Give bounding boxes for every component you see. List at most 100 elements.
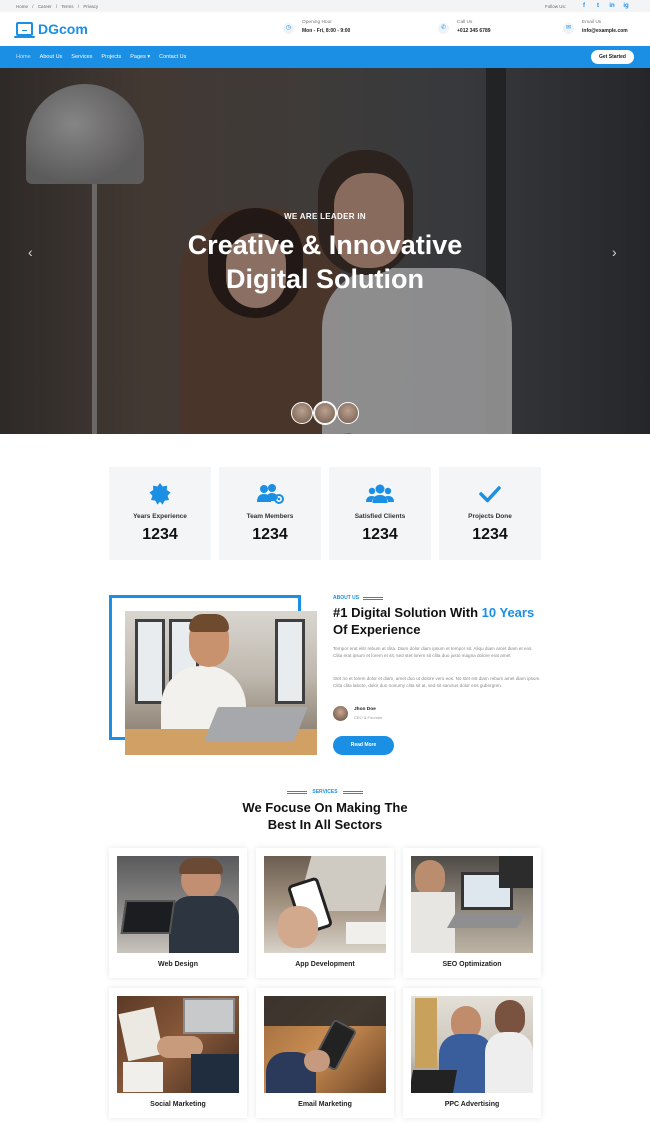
top-links: Home / Career / Terms / Privacy (16, 4, 101, 9)
hero-title-line1: Creative & Innovative (187, 230, 463, 260)
avatar (333, 706, 348, 721)
author-name: Jhon Doe (354, 707, 376, 712)
stat-label: Years Experience (133, 513, 187, 520)
carousel-thumbnails (291, 402, 359, 424)
about-paragraph-2: Stet no et lorem dolor et diam, amet duo… (333, 676, 541, 688)
about-laptop (204, 707, 308, 741)
hero-title: Creative & Innovative Digital Solution (0, 228, 650, 296)
carousel-thumb-2[interactable] (314, 402, 336, 424)
service-title: Web Design (158, 961, 198, 968)
top-link-career[interactable]: Career (38, 4, 52, 9)
service-card-web-design[interactable]: Web Design (109, 848, 247, 978)
service-card-seo-optimization[interactable]: SEO Optimization (403, 848, 541, 978)
opening-label: Opening Hour (302, 20, 332, 25)
header: DGcom ◷ Opening Hour Mon - Fri, 8:00 - 9… (0, 12, 650, 46)
follow-label: Follow Us: (544, 3, 566, 9)
about-section-label: ABOUT US (333, 595, 384, 601)
author: Jhon Doe CEO & Founder (333, 706, 382, 721)
service-card-ppc-advertising[interactable]: PPC Advertising (403, 988, 541, 1118)
stat-label: Satisfied Clients (354, 513, 406, 520)
call-value[interactable]: +012 345 6789 (457, 28, 491, 34)
services-section-label: SERVICES (0, 789, 650, 795)
mail-icon: ✉ (563, 23, 574, 34)
phone-icon: ✆ (438, 23, 449, 34)
nav-links: Home About Us Services Projects Pages ▾ … (16, 54, 186, 60)
laptop-icon (14, 22, 35, 38)
service-image (411, 856, 533, 953)
read-more-button[interactable]: Read More (333, 736, 394, 755)
about-window (275, 619, 305, 704)
top-link-home[interactable]: Home (16, 4, 28, 9)
logo[interactable]: DGcom (14, 21, 88, 38)
top-bar: Home / Career / Terms / Privacy Follow U… (0, 0, 650, 12)
about-title-pre: #1 Digital Solution With (333, 605, 482, 620)
nav-about[interactable]: About Us (40, 54, 63, 60)
stat-label: Projects Done (468, 513, 512, 520)
carousel-thumb-1[interactable] (291, 402, 313, 424)
services-title-line2: Best In All Sectors (267, 817, 383, 832)
users-icon (329, 482, 431, 506)
services-title: We Focuse On Making The Best In All Sect… (0, 799, 650, 833)
get-started-button[interactable]: Get Started (591, 50, 634, 64)
facebook-icon[interactable]: f (580, 2, 588, 10)
about-person-hair (189, 614, 229, 632)
top-link-privacy[interactable]: Privacy (83, 4, 98, 9)
service-card-email-marketing[interactable]: Email Marketing (256, 988, 394, 1118)
award-icon (109, 482, 211, 506)
call-label: Call Us (457, 20, 473, 25)
clock-icon: ◷ (283, 23, 294, 34)
service-card-app-development[interactable]: App Development (256, 848, 394, 978)
services-label-text: SERVICES (312, 789, 338, 795)
stat-value: 1234 (142, 526, 178, 543)
email-label: Email Us (582, 20, 602, 25)
carousel-prev-icon[interactable]: ‹ (28, 244, 33, 260)
email-value[interactable]: info@example.com (582, 28, 628, 34)
stat-card-clients: Satisfied Clients 1234 (329, 467, 431, 560)
stat-value: 1234 (472, 526, 508, 543)
service-image (264, 996, 386, 1093)
stat-card-projects: Projects Done 1234 (439, 467, 541, 560)
nav-services[interactable]: Services (71, 54, 92, 60)
stat-card-team: Team Members 1234 (219, 467, 321, 560)
about-title: #1 Digital Solution With 10 Years Of Exp… (333, 604, 543, 638)
top-link-terms[interactable]: Terms (61, 4, 73, 9)
nav-projects[interactable]: Projects (101, 54, 121, 60)
about-label-text: ABOUT US (333, 595, 360, 601)
services-title-line1: We Focuse On Making The (242, 800, 408, 815)
carousel-thumb-3[interactable] (337, 402, 359, 424)
about-image (125, 611, 317, 755)
twitter-icon[interactable]: t (594, 2, 602, 10)
service-title: App Development (295, 961, 355, 968)
nav-contact[interactable]: Contact Us (159, 54, 186, 60)
email-us: ✉ Email Us info@example.com (563, 20, 628, 34)
nav-pages-dropdown[interactable]: Pages ▾ (130, 54, 150, 60)
author-role: CEO & Founder (354, 715, 383, 720)
opening-hours: ◷ Opening Hour Mon - Fri, 8:00 - 9:00 (283, 20, 350, 34)
opening-value: Mon - Fri, 8:00 - 9:00 (302, 28, 351, 34)
separator: / (55, 3, 58, 9)
main-nav: Home About Us Services Projects Pages ▾ … (0, 46, 650, 68)
hero-subtitle: WE ARE LEADER IN (284, 212, 366, 221)
hero-title-line2: Digital Solution (226, 264, 424, 294)
carousel-next-icon[interactable]: › (612, 244, 617, 260)
about-title-highlight: 10 Years (481, 605, 535, 620)
label-divider (287, 790, 308, 794)
service-card-social-marketing[interactable]: Social Marketing (109, 988, 247, 1118)
nav-home[interactable]: Home (16, 54, 31, 60)
separator: / (32, 3, 34, 9)
hero-carousel: WE ARE LEADER IN Creative & Innovative D… (0, 68, 650, 434)
service-image (117, 856, 239, 953)
check-icon (439, 482, 541, 506)
brand-name: DGcom (38, 21, 88, 37)
service-title: Email Marketing (298, 1101, 352, 1108)
instagram-icon[interactable]: ig (622, 2, 630, 10)
stat-value: 1234 (252, 526, 288, 543)
stat-card-years: Years Experience 1234 (109, 467, 211, 560)
linkedin-icon[interactable]: in (608, 2, 616, 10)
about-paragraph-1: Tempor erat elitr rebum at clita. Diam d… (333, 646, 533, 658)
service-image (117, 996, 239, 1093)
social-links: f t in ig (580, 2, 630, 10)
team-icon (219, 482, 321, 506)
service-title: PPC Advertising (444, 1101, 500, 1108)
separator: / (77, 3, 80, 9)
